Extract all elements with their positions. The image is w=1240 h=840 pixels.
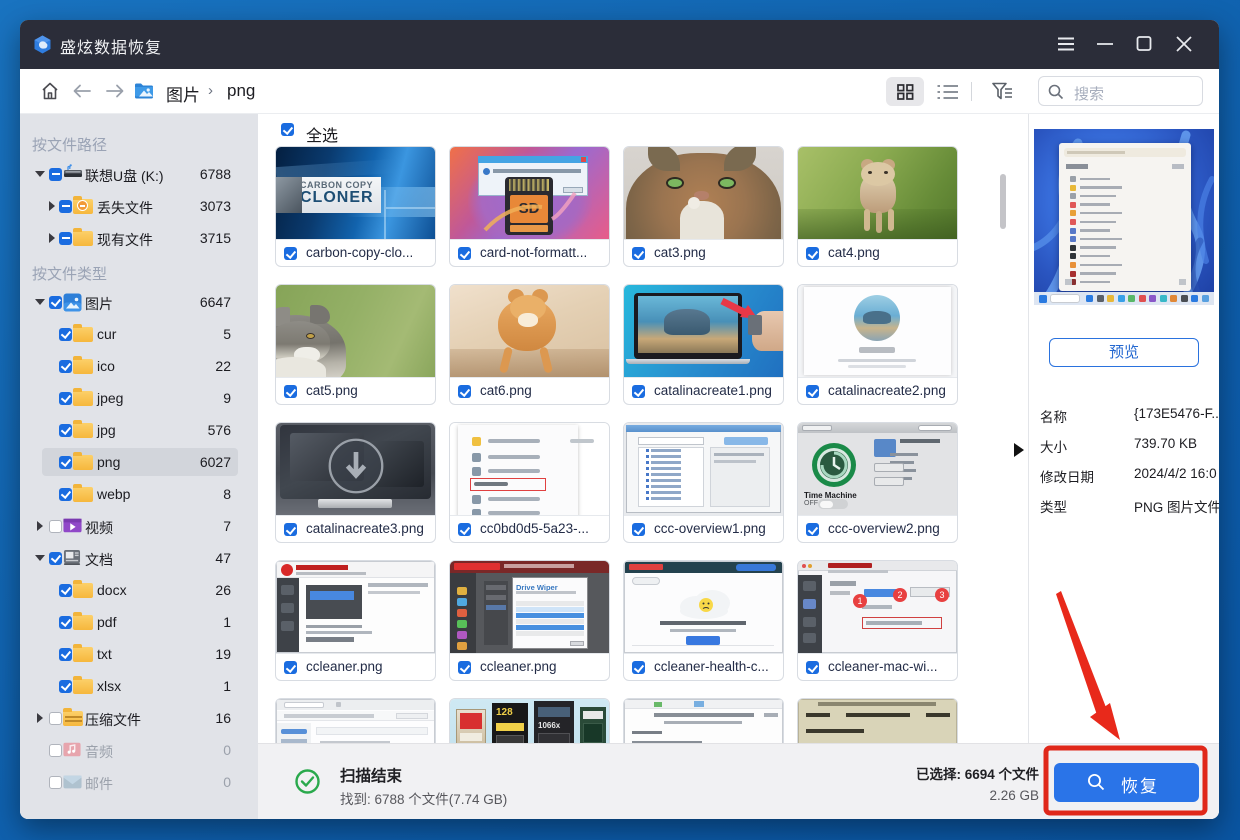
svg-text:2: 2 [897,590,902,600]
svg-text:3: 3 [939,590,944,600]
svg-text:1: 1 [857,596,862,606]
